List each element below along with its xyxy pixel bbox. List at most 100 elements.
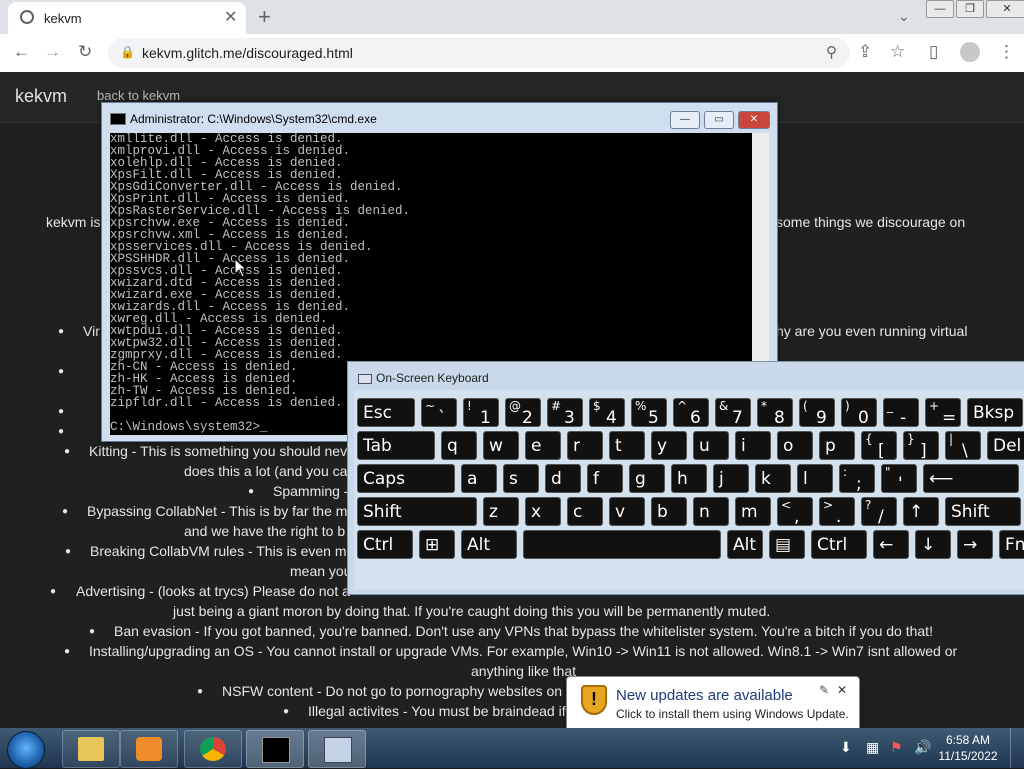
osk-key[interactable]: ! 1 [463,398,499,428]
taskbar-media-player[interactable] [120,730,178,768]
osk-key[interactable]: s [503,464,539,493]
osk-key[interactable]: #3 [547,398,583,428]
osk-key[interactable]: k [755,464,791,493]
windows-update-tray-icon[interactable]: ⬇ [840,739,852,756]
osk-key[interactable]: ↓ [915,530,951,559]
osk-key[interactable]: j [713,464,749,493]
osk-key[interactable]: % 5 [631,398,667,428]
osk-key[interactable]: b [651,497,687,526]
cmd-minimize-button[interactable]: — [670,111,700,129]
osk-key[interactable]: | \ [945,431,981,461]
show-desktop-button[interactable] [1010,728,1024,768]
osk-key[interactable]: @2 [505,398,541,428]
forward-arrow-icon[interactable]: → [44,42,61,62]
osk-key[interactable]: ) 0 [841,398,877,428]
osk-key[interactable]: ⟵ [923,464,1019,493]
restore-button[interactable]: ❐ [956,0,984,18]
osk-key[interactable]: z [483,497,519,526]
close-button[interactable]: ✕ [986,0,1024,18]
osk-key[interactable]: a [461,464,497,493]
osk-key[interactable]: :; [839,464,875,494]
osk-key[interactable]: Ctrl [357,530,413,559]
on-screen-keyboard[interactable]: On-Screen Keyboard Esc ~ `! 1 @2 #3 $4% 5 ^ 6 & 7 * 8… [347,361,1024,595]
network-icon[interactable]: ▦ [866,739,879,756]
osk-key[interactable]: _ - [883,398,919,428]
osk-key[interactable]: ↑ [903,497,939,526]
osk-key[interactable]: Fn [999,530,1024,559]
osk-key[interactable]: f [587,464,623,493]
osk-key[interactable]: Esc [357,398,415,427]
tab-search-chevron-icon[interactable]: ⌄ [898,8,910,25]
tab-close-icon[interactable]: ✕ [224,7,237,27]
bookmark-star-icon[interactable]: ☆ [890,42,905,62]
osk-key[interactable]: c [567,497,603,526]
osk-key[interactable]: }] [903,431,939,461]
profile-icon[interactable] [960,42,980,62]
notification-body[interactable]: Click to install them using Windows Upda… [616,707,849,721]
taskbar-explorer[interactable] [62,730,120,768]
notification-title[interactable]: New updates are available [616,687,793,704]
osk-key[interactable]: * 8 [757,398,793,428]
start-button[interactable] [7,731,45,769]
browser-tab[interactable]: kekvm ✕ [8,2,246,34]
back-arrow-icon[interactable]: ← [13,42,30,62]
osk-key[interactable]: v [609,497,645,526]
osk-key[interactable]: q [441,431,477,460]
osk-key[interactable]: e [525,431,561,460]
taskbar-osk[interactable] [308,730,366,768]
osk-key[interactable]: y [651,431,687,460]
taskbar-chrome[interactable] [184,730,242,768]
osk-key[interactable]: u [693,431,729,460]
pin-icon[interactable]: ✎ [819,683,829,697]
osk-key[interactable]: w [483,431,519,460]
osk-key[interactable]: o [777,431,813,460]
osk-key[interactable]: ← [873,530,909,559]
osk-key[interactable]: l [797,464,833,493]
osk-key[interactable]: Ctrl [811,530,867,559]
menu-icon[interactable]: ⋮ [998,42,1015,62]
share-icon[interactable]: ⇪ [858,42,872,62]
osk-key[interactable]: m [735,497,771,526]
side-panel-icon[interactable]: ▯ [929,42,938,62]
osk-key[interactable]: Alt [461,530,517,559]
osk-key[interactable]: $4 [589,398,625,428]
osk-key[interactable]: g [629,464,665,493]
osk-key[interactable]: ? / [861,497,897,527]
osk-key[interactable]: Shift [945,497,1021,526]
new-tab-button[interactable]: + [258,4,271,30]
back-link[interactable]: back to kekvm [97,88,180,103]
osk-key[interactable] [523,530,721,559]
site-brand[interactable]: kekvm [15,86,67,107]
osk-key[interactable]: t [609,431,645,460]
osk-key[interactable]: ~ ` [421,398,457,428]
osk-key[interactable]: → [957,530,993,559]
osk-key[interactable]: <, [777,497,813,527]
osk-key[interactable]: Tab [357,431,435,460]
reload-icon[interactable]: ↻ [78,42,92,62]
osk-key[interactable]: ⊞ [419,530,455,559]
taskbar-cmd[interactable] [246,730,304,768]
search-icon[interactable]: ⚲ [826,43,837,61]
update-notification[interactable]: ! New updates are available Click to ins… [566,676,860,732]
osk-key[interactable]: r [567,431,603,460]
osk-key[interactable]: h [671,464,707,493]
osk-key[interactable]: Bksp [967,398,1023,427]
osk-key[interactable]: (9 [799,398,835,428]
osk-key[interactable]: >. [819,497,855,527]
osk-key[interactable]: & 7 [715,398,751,428]
action-center-icon[interactable]: ⚑ [890,739,903,756]
cmd-maximize-button[interactable]: ▭ [704,111,734,129]
osk-key[interactable]: ^ 6 [673,398,709,428]
osk-key[interactable]: Del [987,431,1024,460]
notification-close-button[interactable]: ✕ [837,683,847,697]
cmd-titlebar[interactable]: Administrator: C:\Windows\System32\cmd.e… [102,103,777,131]
osk-key[interactable]: Shift [357,497,477,526]
address-bar[interactable]: 🔒 kekvm.glitch.me/discouraged.html ⚲ [108,38,850,68]
osk-key[interactable]: " ' [881,464,917,494]
osk-key[interactable]: p [819,431,855,460]
osk-key[interactable]: n [693,497,729,526]
osk-key[interactable]: d [545,464,581,493]
minimize-button[interactable]: — [926,0,954,18]
osk-key[interactable]: ▤ [769,530,805,559]
cmd-close-button[interactable]: ✕ [738,111,770,129]
